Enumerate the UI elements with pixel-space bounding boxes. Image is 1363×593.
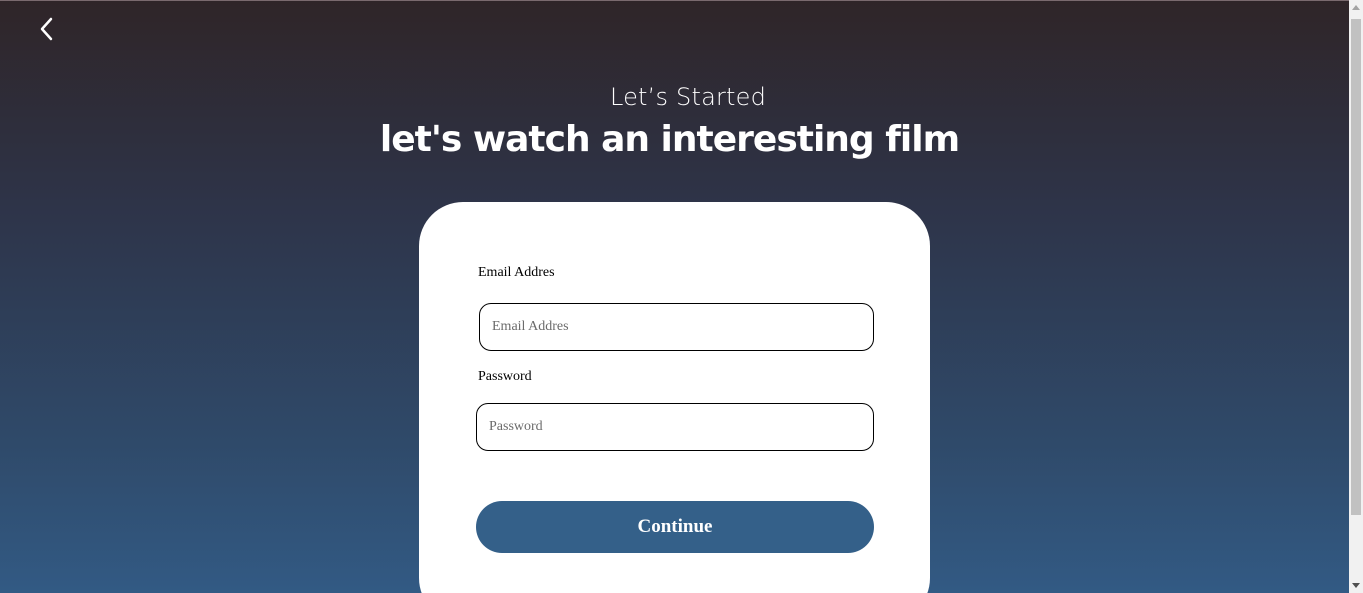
- vertical-scrollbar[interactable]: [1349, 0, 1363, 593]
- email-label: Email Addres: [478, 265, 555, 280]
- password-label: Password: [478, 369, 532, 384]
- password-field[interactable]: [476, 403, 874, 451]
- page-subtitle: Let’s Started: [609, 83, 767, 111]
- scrollbar-thumb[interactable]: [1351, 19, 1361, 515]
- email-field[interactable]: [479, 303, 874, 351]
- continue-button[interactable]: Continue: [476, 501, 874, 553]
- back-button[interactable]: [34, 15, 60, 43]
- login-card: Email Addres Password Continue: [419, 202, 930, 593]
- scroll-up-arrow-icon[interactable]: [1349, 0, 1363, 16]
- page-title: let's watch an interesting film: [379, 119, 960, 160]
- login-page: Let’s Started let's watch an interesting…: [0, 0, 1349, 593]
- chevron-left-icon: [40, 17, 53, 41]
- scroll-down-arrow-icon[interactable]: [1349, 577, 1363, 593]
